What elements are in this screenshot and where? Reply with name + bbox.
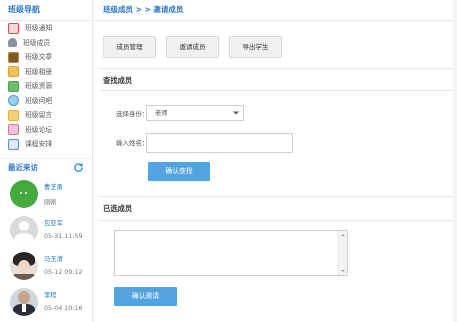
sidebar-item-label: 班级论坛 — [25, 125, 53, 134]
selected-members-box[interactable] — [114, 230, 348, 276]
visitor-name[interactable]: 曹芝勇 — [44, 182, 63, 191]
sidebar-item-questions[interactable]: 班级问吧 — [0, 94, 92, 109]
visitor-name[interactable]: 马玉清 — [44, 254, 82, 263]
visitor-name[interactable]: 包亚军 — [44, 218, 82, 227]
sidebar-item-label: 课程安排 — [25, 140, 53, 148]
sidebar-item-label: 班级文章 — [25, 53, 53, 61]
divider — [100, 196, 457, 197]
sidebar-item-label: 班级资源 — [25, 82, 53, 90]
article-icon — [8, 51, 19, 63]
refresh-icon[interactable] — [73, 162, 84, 173]
sidebar-item-label: 班级通知 — [25, 24, 53, 32]
avatar[interactable] — [10, 179, 38, 208]
selected-members-title: 已选成员 — [103, 204, 133, 213]
sidebar-item-album[interactable]: 班级相册 — [0, 65, 92, 80]
identity-label: 选择身份： — [116, 110, 149, 118]
export-students-button[interactable]: 导出学生 — [229, 36, 282, 58]
page-scrollbar[interactable] — [453, 0, 457, 322]
main-panel: 班级成员 > > 邀请成员 成员管理 邀请成员 导出学生 查找成员 选择身份： … — [94, 0, 457, 322]
avatar[interactable] — [10, 251, 38, 280]
sidebar-title: 班级导航 — [0, 0, 92, 21]
sidebar-item-resources[interactable]: 班级资源 — [0, 79, 92, 94]
forum-icon — [8, 124, 19, 136]
sidebar: 班级导航 班级通知 班级成员 班级文章 班级相册 班级资源 班级问吧 班级留言 … — [0, 0, 93, 322]
sidebar-item-notice[interactable]: 班级通知 — [0, 21, 92, 36]
visitor-time: 05-04 10:16 — [44, 304, 83, 312]
sidebar-item-messages[interactable]: 班级留言 — [0, 108, 92, 123]
resource-icon — [8, 80, 19, 92]
sidebar-item-label: 班级问吧 — [25, 96, 53, 105]
avatar[interactable] — [10, 215, 38, 244]
breadcrumb: 班级成员 > > 邀请成员 — [94, 0, 457, 21]
sidebar-item-articles[interactable]: 班级文章 — [0, 50, 92, 65]
sidebar-item-schedule[interactable]: 课程安排 — [0, 137, 92, 152]
sidebar-item-members[interactable]: 班级成员 — [0, 36, 92, 51]
visitor-time: 05-31 11:59 — [44, 232, 83, 240]
chevron-down-icon — [233, 111, 239, 115]
visitor-item[interactable]: 包亚军 05-31 11:59 — [0, 213, 92, 249]
identity-select-value: 老师 — [155, 110, 168, 117]
visitor-item[interactable]: 马玉清 05-12 09:12 — [0, 249, 92, 285]
divider — [100, 68, 457, 69]
divider — [100, 220, 457, 221]
confirm-search-button[interactable]: 确认查找 — [148, 162, 210, 181]
sidebar-item-forum[interactable]: 班级论坛 — [0, 123, 92, 138]
manage-members-button[interactable]: 成员管理 — [103, 36, 156, 58]
recent-visitors-title: 最近来访 — [8, 162, 38, 172]
question-icon — [8, 95, 19, 107]
schedule-icon — [8, 138, 19, 150]
visitor-time: 05-12 09:12 — [44, 268, 83, 276]
visitor-item[interactable]: 曹芝勇 刚刚 — [0, 177, 92, 213]
identity-select[interactable]: 老师 — [146, 105, 244, 121]
scrollbar[interactable] — [338, 231, 347, 275]
scroll-up-icon[interactable] — [341, 233, 345, 237]
recent-visitors-header: 最近来访 — [0, 157, 92, 177]
avatar[interactable] — [10, 287, 38, 316]
notice-icon — [8, 22, 19, 34]
invite-members-button[interactable]: 邀请成员 — [166, 36, 219, 58]
sidebar-item-label: 班级相册 — [25, 67, 53, 76]
visitor-time: 刚刚 — [44, 198, 57, 206]
name-label: 输入姓名： — [116, 139, 149, 147]
members-icon — [8, 38, 17, 48]
scroll-down-icon[interactable] — [341, 269, 345, 273]
message-icon — [8, 109, 19, 121]
album-icon — [8, 66, 19, 78]
sidebar-item-label: 班级成员 — [23, 38, 51, 47]
confirm-invite-button[interactable]: 确认邀请 — [114, 287, 177, 306]
sidebar-item-label: 班级留言 — [25, 111, 53, 119]
divider — [100, 90, 457, 91]
visitor-name[interactable]: 李程 — [44, 290, 82, 299]
name-input[interactable] — [146, 133, 293, 153]
visitor-item[interactable]: 李程 05-04 10:16 — [0, 285, 92, 321]
find-members-title: 查找成员 — [103, 76, 133, 85]
